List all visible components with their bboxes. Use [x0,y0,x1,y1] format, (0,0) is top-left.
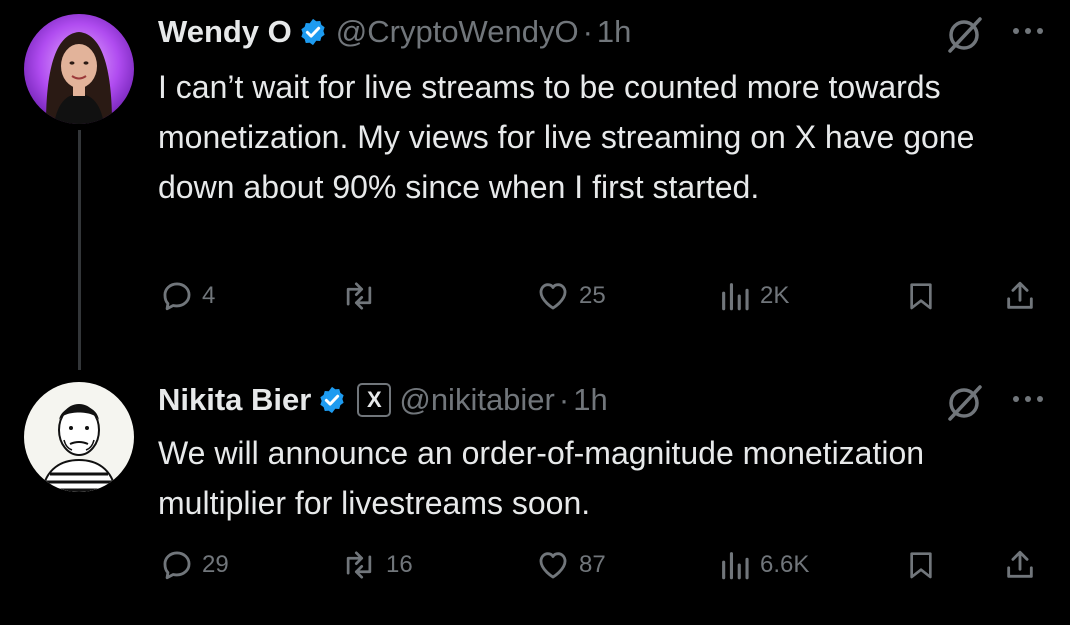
verified-badge-icon [317,385,347,415]
timestamp[interactable]: 1h [573,382,607,418]
grok-icon[interactable] [945,14,985,54]
handle[interactable]: @CryptoWendyO [336,14,579,50]
like-button[interactable]: 25 [535,279,606,313]
grok-icon[interactable] [945,382,985,422]
bookmark-button[interactable] [905,279,937,313]
reply-icon [163,551,191,580]
timestamp[interactable]: 1h [597,14,631,50]
display-name[interactable]: Wendy O [158,14,292,50]
like-button[interactable]: 87 [535,548,606,582]
tweet-wendy[interactable]: Wendy O @CryptoWendyO · 1h I can’t wait … [0,0,1070,360]
views-icon [722,283,749,311]
display-name[interactable]: Nikita Bier [158,382,311,418]
reply-count: 29 [202,551,229,578]
avatar[interactable] [24,14,134,124]
like-count: 25 [579,282,606,309]
like-count: 87 [579,551,606,578]
verified-badge-icon [298,17,328,47]
tweet-nikita[interactable]: Nikita Bier X @nikitabier · 1h We will a… [0,360,1070,625]
tweet-text: We will announce an order-of-magnitude m… [158,435,925,521]
repost-count: 16 [386,551,413,578]
reply-button[interactable]: 4 [160,279,215,313]
separator: · [582,14,593,49]
separator: · [558,382,570,417]
like-icon [539,283,567,310]
repost-icon [346,282,372,310]
views-count: 6.6K [760,551,810,578]
repost-icon [346,551,372,579]
more-icon[interactable] [1010,24,1050,44]
like-icon [539,552,567,579]
reply-count: 4 [202,282,216,309]
share-icon [1007,550,1033,578]
tweet-text: I can’t wait for live streams to be coun… [158,69,975,205]
views-count: 2K [760,282,790,309]
views-icon [722,552,749,580]
bookmark-icon [910,552,932,579]
handle[interactable]: @nikitabier [399,382,555,418]
action-bar: 29 16 87 6.6K [0,548,1070,588]
x-affiliation-badge[interactable]: X [357,383,392,417]
share-icon [1007,281,1033,309]
more-icon[interactable] [1010,392,1050,412]
action-bar: 4 25 2K [0,279,1070,319]
repost-button[interactable] [340,279,386,313]
views-button[interactable]: 6.6K [718,548,809,582]
views-button[interactable]: 2K [718,279,789,313]
bookmark-button[interactable] [905,548,937,582]
tweet-header: Nikita Bier X @nikitabier · 1h [158,378,608,422]
repost-button[interactable]: 16 [340,548,413,582]
share-button[interactable] [1003,279,1037,313]
share-button[interactable] [1003,548,1037,582]
reply-button[interactable]: 29 [160,548,229,582]
reply-icon [163,282,191,311]
avatar[interactable] [24,382,134,492]
tweet-header: Wendy O @CryptoWendyO · 1h [158,10,631,54]
bookmark-icon [910,283,932,310]
